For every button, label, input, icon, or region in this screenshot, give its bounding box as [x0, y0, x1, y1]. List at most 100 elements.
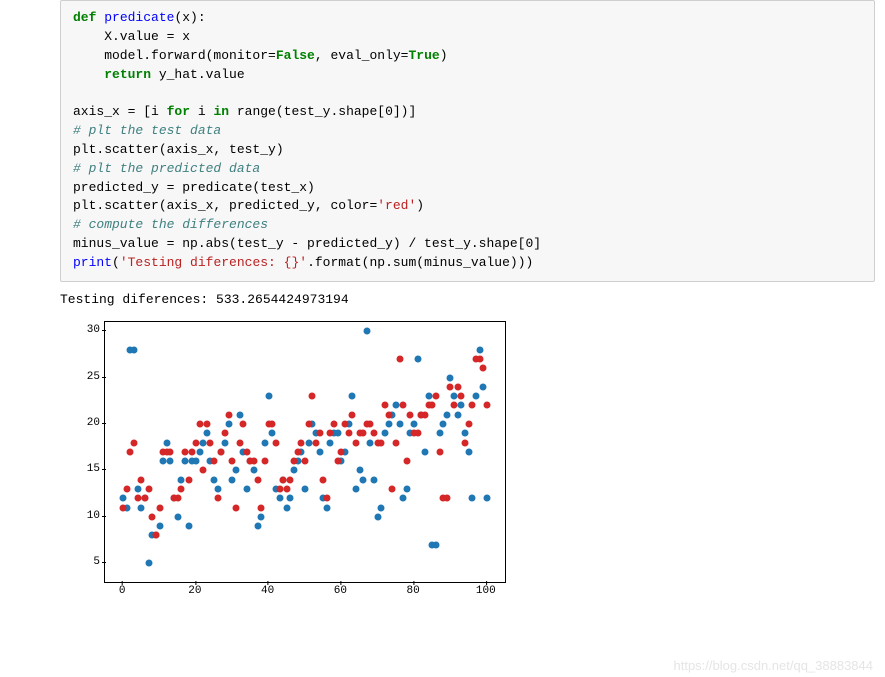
- data-point: [367, 420, 374, 427]
- data-point: [462, 439, 469, 446]
- data-point: [454, 411, 461, 418]
- data-point: [283, 485, 290, 492]
- data-point: [200, 439, 207, 446]
- ytick: 25: [70, 371, 100, 383]
- data-point: [309, 393, 316, 400]
- data-point: [316, 430, 323, 437]
- data-point: [451, 402, 458, 409]
- kw-def: def: [73, 10, 96, 25]
- data-point: [142, 495, 149, 502]
- data-point: [422, 448, 429, 455]
- data-point: [294, 448, 301, 455]
- data-point: [251, 458, 258, 465]
- data-point: [298, 439, 305, 446]
- data-point: [327, 430, 334, 437]
- data-point: [371, 476, 378, 483]
- xtick: 80: [406, 585, 419, 597]
- data-point: [465, 448, 472, 455]
- data-point: [185, 476, 192, 483]
- data-point: [349, 411, 356, 418]
- data-point: [280, 476, 287, 483]
- data-point: [302, 485, 309, 492]
- data-point: [458, 393, 465, 400]
- data-point: [469, 402, 476, 409]
- data-point: [243, 485, 250, 492]
- data-point: [385, 420, 392, 427]
- data-point: [291, 467, 298, 474]
- data-point: [178, 485, 185, 492]
- data-point: [469, 495, 476, 502]
- xtick: 0: [119, 585, 126, 597]
- ytick: 5: [70, 556, 100, 568]
- data-point: [218, 448, 225, 455]
- data-point: [451, 393, 458, 400]
- data-point: [436, 430, 443, 437]
- data-point: [174, 513, 181, 520]
- data-point: [392, 402, 399, 409]
- ytick: 10: [70, 510, 100, 522]
- data-point: [425, 393, 432, 400]
- data-point: [414, 430, 421, 437]
- data-point: [396, 420, 403, 427]
- data-point: [196, 420, 203, 427]
- data-point: [152, 532, 159, 539]
- data-point: [156, 504, 163, 511]
- data-point: [334, 458, 341, 465]
- data-point: [436, 448, 443, 455]
- data-point: [342, 420, 349, 427]
- data-point: [214, 495, 221, 502]
- data-point: [443, 411, 450, 418]
- data-point: [472, 393, 479, 400]
- watermark: https://blog.csdn.net/qq_38883844: [674, 658, 874, 673]
- data-point: [483, 495, 490, 502]
- data-point: [236, 439, 243, 446]
- comment: # plt the test data: [73, 123, 221, 138]
- data-point: [251, 467, 258, 474]
- data-point: [229, 458, 236, 465]
- data-point: [222, 439, 229, 446]
- data-point: [262, 458, 269, 465]
- data-point: [203, 420, 210, 427]
- data-point: [287, 495, 294, 502]
- data-point: [312, 439, 319, 446]
- plot-area: [104, 321, 506, 583]
- ytick: 30: [70, 324, 100, 336]
- data-point: [447, 383, 454, 390]
- data-point: [163, 439, 170, 446]
- data-point: [254, 523, 261, 530]
- data-point: [305, 420, 312, 427]
- data-point: [182, 458, 189, 465]
- data-point: [291, 458, 298, 465]
- data-point: [232, 504, 239, 511]
- data-point: [407, 411, 414, 418]
- data-point: [203, 430, 210, 437]
- data-point: [338, 448, 345, 455]
- data-point: [360, 476, 367, 483]
- data-point: [262, 439, 269, 446]
- data-point: [382, 402, 389, 409]
- data-point: [432, 541, 439, 548]
- data-point: [396, 355, 403, 362]
- data-point: [134, 495, 141, 502]
- data-point: [454, 383, 461, 390]
- data-point: [200, 467, 207, 474]
- xtick: 100: [476, 585, 496, 597]
- data-point: [240, 420, 247, 427]
- data-point: [258, 504, 265, 511]
- data-point: [305, 439, 312, 446]
- data-point: [483, 402, 490, 409]
- xtick: 40: [261, 585, 274, 597]
- data-point: [462, 430, 469, 437]
- data-point: [422, 411, 429, 418]
- data-point: [371, 430, 378, 437]
- data-point: [378, 504, 385, 511]
- data-point: [476, 346, 483, 353]
- data-point: [378, 439, 385, 446]
- code-cell: def predicate(x): X.value = x model.forw…: [60, 0, 875, 282]
- data-point: [174, 495, 181, 502]
- data-point: [196, 448, 203, 455]
- data-point: [167, 448, 174, 455]
- data-point: [138, 476, 145, 483]
- data-point: [192, 458, 199, 465]
- data-point: [243, 448, 250, 455]
